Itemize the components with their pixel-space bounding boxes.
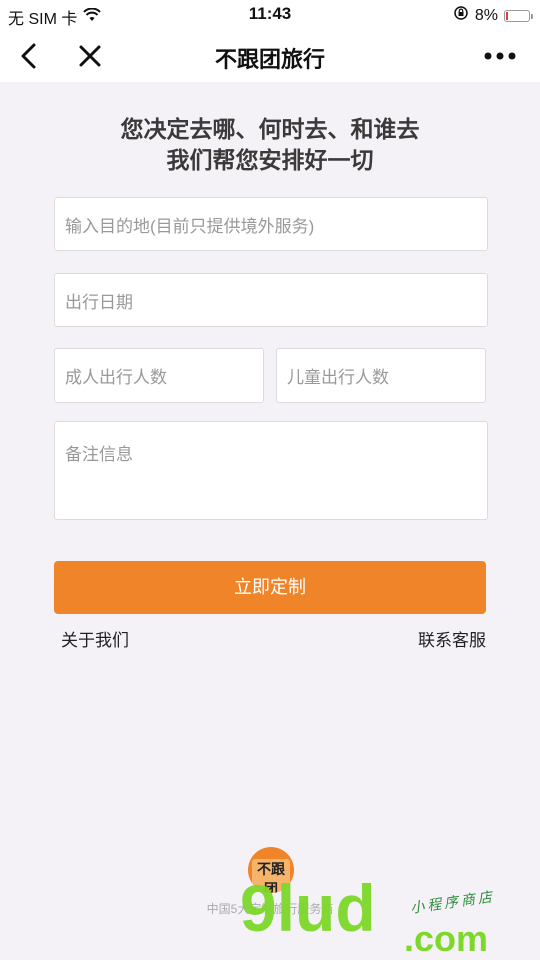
headline-line-1: 您决定去哪、何时去、和谁去 <box>120 116 420 142</box>
watermark-logo: 9lud <box>240 871 376 945</box>
travel-date-input[interactable]: 出行日期 <box>54 273 488 327</box>
destination-input[interactable]: 输入目的地(目前只提供境外服务) <box>54 197 488 251</box>
notes-textarea[interactable]: 备注信息 <box>54 421 488 520</box>
rotation-lock-icon <box>453 5 469 26</box>
children-count-input[interactable]: 儿童出行人数 <box>276 348 486 403</box>
battery-percent: 8% <box>474 6 498 24</box>
status-right: 8% <box>453 5 533 26</box>
status-bar: 无 SIM 卡 11:43 8% <box>0 0 540 30</box>
more-button[interactable] <box>480 40 520 72</box>
nav-bar: 不跟团旅行 <box>0 30 540 82</box>
headline: 您决定去哪、何时去、和谁去 我们帮您安排好一切 <box>0 114 540 176</box>
customize-now-button[interactable]: 立即定制 <box>54 561 486 614</box>
contact-service-link[interactable]: 联系客服 <box>418 626 486 651</box>
about-us-link[interactable]: 关于我们 <box>61 626 129 651</box>
battery-level-fill <box>506 11 508 20</box>
adults-count-input[interactable]: 成人出行人数 <box>54 348 264 403</box>
battery-icon <box>504 9 533 22</box>
page-title: 不跟团旅行 <box>214 47 325 72</box>
watermark-domain: .com <box>404 918 489 959</box>
headline-line-2: 我们帮您安排好一切 <box>166 147 374 173</box>
more-dots-icon <box>484 52 516 60</box>
